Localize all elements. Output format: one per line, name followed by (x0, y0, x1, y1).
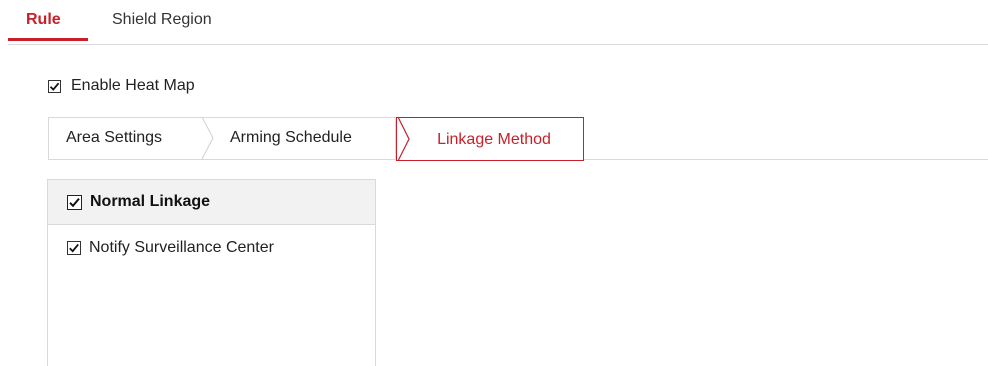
enable-heat-map-checkbox[interactable] (48, 79, 61, 93)
checkmark-icon (49, 82, 60, 91)
tab-shield-region[interactable]: Shield Region (112, 0, 212, 41)
linkage-option-notify-surveillance-center[interactable]: Notify Surveillance Center (48, 239, 375, 257)
top-tab-bar: Rule Shield Region (8, 0, 988, 45)
normal-linkage-checkbox[interactable] (67, 194, 82, 210)
normal-linkage-panel: Normal Linkage Notify Surveillance Cente… (47, 179, 376, 366)
step-arming-schedule[interactable]: Arming Schedule (230, 117, 352, 159)
tab-rule[interactable]: Rule (8, 0, 88, 41)
enable-heat-map-row[interactable]: Enable Heat Map (48, 76, 195, 96)
step-separator-icon (397, 117, 410, 161)
notify-surveillance-center-label: Notify Surveillance Center (89, 239, 274, 256)
step-area-settings[interactable]: Area Settings (66, 117, 162, 159)
notify-surveillance-center-checkbox[interactable] (67, 241, 81, 255)
step-separator-icon (201, 117, 214, 159)
step-tab-bar: Area Settings Arming Schedule Linkage Me… (48, 117, 988, 161)
checkmark-icon (69, 243, 79, 253)
normal-linkage-title: Normal Linkage (90, 193, 211, 210)
step-linkage-method[interactable]: Linkage Method (396, 117, 584, 161)
heat-map-config-page: Rule Shield Region Enable Heat Map Area … (0, 0, 988, 366)
checkmark-icon (69, 197, 80, 207)
normal-linkage-header[interactable]: Normal Linkage (48, 180, 375, 225)
enable-heat-map-label: Enable Heat Map (71, 77, 195, 94)
